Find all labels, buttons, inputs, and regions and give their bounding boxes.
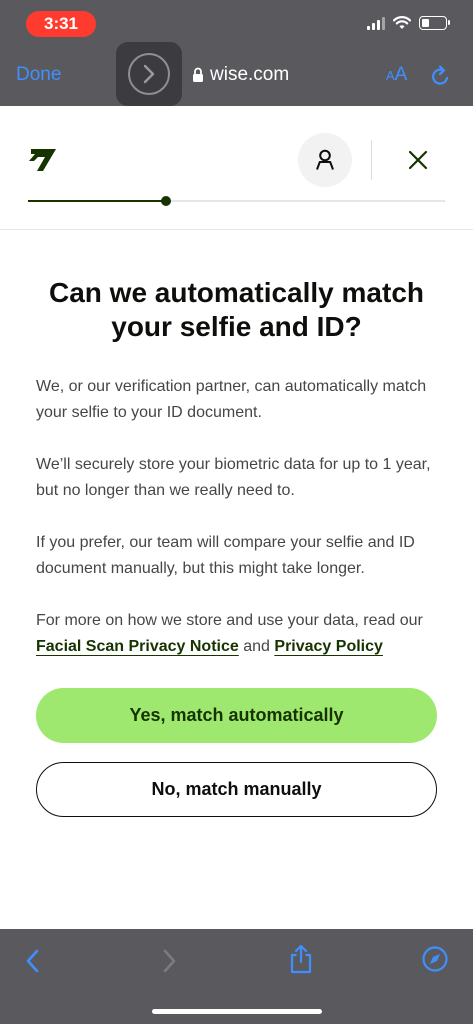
done-button[interactable]: Done [16,64,61,86]
progress-fill [28,200,166,202]
progress-indicator [160,196,171,206]
forward-nav-icon[interactable] [158,947,180,975]
wise-logo[interactable] [28,144,58,172]
privacy-policy-link[interactable]: Privacy Policy [274,638,383,655]
info-paragraph-1: We, or our verification partner, can aut… [36,378,427,421]
match-manually-button[interactable]: No, match manually [36,762,437,817]
page-title: Can we automatically match your selfie a… [48,277,424,342]
browser-top-bar: 3:31 Done wise.com AA [0,0,473,106]
home-indicator [152,1009,322,1014]
reader-text-size-button[interactable]: AA [386,64,407,86]
lock-icon [193,67,203,82]
profile-button[interactable] [298,133,352,187]
info-paragraph-2: We’ll securely store your biometric data… [36,456,431,499]
forward-button[interactable] [116,42,182,106]
back-icon[interactable] [22,947,44,975]
address-bar[interactable]: wise.com [192,64,289,86]
reload-icon[interactable] [430,64,452,88]
facial-scan-privacy-notice-link[interactable]: Facial Scan Privacy Notice [36,638,239,655]
wifi-icon [393,16,411,29]
cellular-signal-icon [367,16,385,30]
forward-icon [143,64,155,84]
battery-icon [419,16,450,30]
info-paragraph-3: If you prefer, our team will compare you… [36,534,415,577]
status-time: 3:31 [26,11,96,37]
compass-icon[interactable] [421,945,449,973]
url-text: wise.com [210,64,290,85]
progress-bar [28,196,445,206]
user-icon [316,149,334,170]
wise-header [0,106,473,230]
header-divider [371,140,372,180]
status-icons [367,16,450,30]
share-icon[interactable] [288,943,314,975]
match-automatically-button[interactable]: Yes, match automatically [36,688,437,743]
close-icon[interactable] [402,144,434,176]
privacy-paragraph: For more on how we store and use your da… [36,612,423,655]
verification-content: Can we automatically match your selfie a… [36,276,437,686]
